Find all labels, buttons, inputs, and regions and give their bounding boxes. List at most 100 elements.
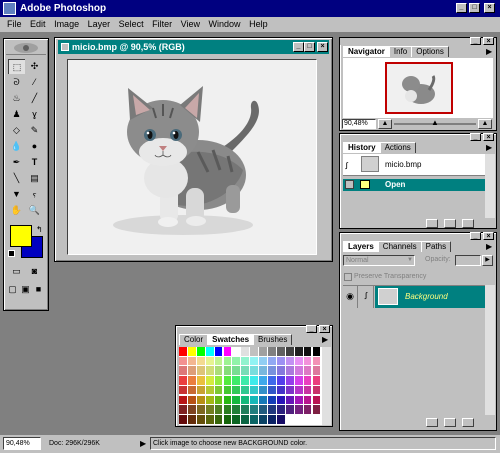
zoom-slider-thumb[interactable]: ▲ xyxy=(431,119,439,127)
swatch-cell[interactable] xyxy=(268,366,276,376)
swatch-cell[interactable] xyxy=(187,376,196,385)
history-brush-icon[interactable]: ꭍ xyxy=(345,159,348,172)
navigator-preview[interactable] xyxy=(343,58,493,118)
close-button[interactable]: × xyxy=(484,3,495,13)
swatch-cell[interactable] xyxy=(205,356,214,366)
tab-actions[interactable]: Actions xyxy=(379,142,416,153)
swatch-cell[interactable] xyxy=(196,356,205,366)
dodge-tool[interactable]: ● xyxy=(26,139,43,154)
history-state-checkbox[interactable] xyxy=(345,180,354,189)
swatch-cell[interactable] xyxy=(196,376,205,385)
pencil-tool[interactable]: ✎ xyxy=(26,123,43,138)
swatch-cell[interactable] xyxy=(250,347,259,356)
history-state-row[interactable]: Open xyxy=(343,179,485,191)
swatch-cell[interactable] xyxy=(259,405,267,414)
menu-edit[interactable]: Edit xyxy=(27,17,49,32)
swatch-cell[interactable] xyxy=(241,366,250,376)
doc-maximize-button[interactable]: □ xyxy=(304,42,315,52)
swatch-cell[interactable] xyxy=(259,347,267,356)
swatch-cell[interactable] xyxy=(232,414,241,424)
smudge-tool[interactable]: ɣ xyxy=(26,107,43,122)
menu-file[interactable]: File xyxy=(4,17,25,32)
swatch-cell[interactable] xyxy=(187,385,196,395)
swatch-cell[interactable] xyxy=(303,414,312,424)
layer-visibility-eye-icon[interactable]: ◉ xyxy=(343,286,358,308)
swatch-cell[interactable] xyxy=(214,414,223,424)
swatch-cell[interactable] xyxy=(187,366,196,376)
swatch-cell[interactable] xyxy=(303,395,312,405)
swatches-scrollbar[interactable] xyxy=(322,347,331,425)
doc-close-button[interactable]: × xyxy=(317,42,328,52)
swatch-cell[interactable] xyxy=(214,385,223,395)
move-tool[interactable]: ✣ xyxy=(26,59,43,74)
swatch-cell[interactable] xyxy=(187,405,196,414)
swatch-cell[interactable] xyxy=(312,385,321,395)
swatch-cell[interactable] xyxy=(268,414,276,424)
opacity-arrow-icon[interactable]: ▶ xyxy=(482,255,493,266)
foreground-color-swatch[interactable] xyxy=(10,225,32,247)
swatch-cell[interactable] xyxy=(205,395,214,405)
swatch-cell[interactable] xyxy=(223,414,232,424)
swatch-cell[interactable] xyxy=(285,385,294,395)
opacity-field[interactable] xyxy=(455,255,481,266)
menu-image[interactable]: Image xyxy=(51,17,82,32)
menu-window[interactable]: Window xyxy=(206,17,244,32)
swatch-cell[interactable] xyxy=(294,414,303,424)
swatch-cell[interactable] xyxy=(276,356,285,366)
swatch-cell[interactable] xyxy=(250,376,259,385)
swatch-cell[interactable] xyxy=(303,385,312,395)
swatch-cell[interactable] xyxy=(276,376,285,385)
default-colors-icon[interactable] xyxy=(8,250,15,257)
swatch-cell[interactable] xyxy=(312,395,321,405)
swatch-cell[interactable] xyxy=(285,405,294,414)
swatch-cell[interactable] xyxy=(214,405,223,414)
screen-mode-full-button[interactable]: ■ xyxy=(32,282,45,297)
tab-history[interactable]: History xyxy=(343,142,381,153)
swatch-cell[interactable] xyxy=(196,414,205,424)
swatch-cell[interactable] xyxy=(285,356,294,366)
history-menu-arrow-icon[interactable]: ▶ xyxy=(486,143,492,152)
swatch-cell[interactable] xyxy=(294,405,303,414)
swatch-cell[interactable] xyxy=(205,366,214,376)
document-title-bar[interactable]: micio.bmp @ 90,5% (RGB) _ □ × xyxy=(58,40,329,54)
swatch-cell[interactable] xyxy=(179,405,187,414)
swatch-cell[interactable] xyxy=(303,405,312,414)
image-canvas[interactable] xyxy=(67,59,317,255)
magic-wand-tool[interactable]: ⁄ xyxy=(26,75,43,90)
quick-mask-button[interactable]: ◙ xyxy=(26,264,43,279)
status-arrow-icon[interactable]: ▶ xyxy=(140,436,146,452)
swatch-cell[interactable] xyxy=(232,356,241,366)
zoom-out-button[interactable]: ▲ xyxy=(378,119,392,129)
swatch-cell[interactable] xyxy=(196,347,205,356)
marquee-tool[interactable]: ⬚ xyxy=(8,59,25,74)
swatch-cell[interactable] xyxy=(241,356,250,366)
swatch-cell[interactable] xyxy=(303,376,312,385)
menu-view[interactable]: View xyxy=(178,17,203,32)
swatch-cell[interactable] xyxy=(276,385,285,395)
swatch-cell[interactable] xyxy=(179,366,187,376)
paintbrush-tool[interactable]: ╱ xyxy=(26,91,43,106)
swatch-cell[interactable] xyxy=(223,356,232,366)
delete-layer-icon[interactable] xyxy=(462,418,474,427)
type-tool[interactable]: T xyxy=(26,155,43,170)
swatches-minimize-button[interactable]: _ xyxy=(306,325,317,333)
swatch-cell[interactable] xyxy=(196,366,205,376)
photoshop-app-icon[interactable] xyxy=(3,2,16,15)
swatch-cell[interactable] xyxy=(303,366,312,376)
layer-brush-icon[interactable]: ꭍ xyxy=(359,286,374,308)
swatch-cell[interactable] xyxy=(214,366,223,376)
new-snapshot-icon[interactable] xyxy=(444,219,456,228)
swatch-cell[interactable] xyxy=(241,405,250,414)
swatch-cell[interactable] xyxy=(179,395,187,405)
doc-size-info[interactable]: Doc: 296K/296K xyxy=(49,436,100,452)
preserve-transparency-checkbox[interactable] xyxy=(344,273,352,281)
swatch-cell[interactable] xyxy=(232,347,241,356)
screen-mode-standard-button[interactable]: ▢ xyxy=(6,282,19,297)
navigator-zoom-field[interactable]: 90,48% xyxy=(342,119,376,129)
tab-brushes[interactable]: Brushes xyxy=(253,334,293,345)
swatch-cell[interactable] xyxy=(196,385,205,395)
tab-channels[interactable]: Channels xyxy=(377,241,422,252)
hand-tool[interactable]: ✋ xyxy=(8,203,25,218)
swatch-cell[interactable] xyxy=(312,366,321,376)
swatch-cell[interactable] xyxy=(259,414,267,424)
